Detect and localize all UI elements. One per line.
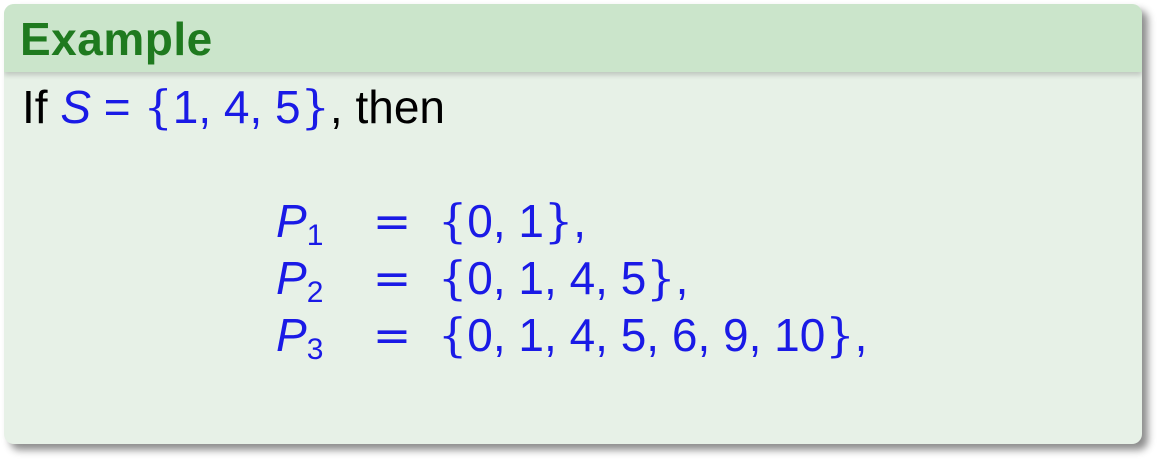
intro-close-brace: }: [300, 80, 330, 134]
trailing-comma: ,: [675, 252, 689, 304]
close-brace: }: [544, 194, 574, 248]
close-brace: }: [646, 251, 676, 305]
block-title: Example: [20, 13, 213, 65]
intro-suffix: , then: [329, 81, 445, 133]
equation-relation: =: [372, 251, 412, 305]
equation-subscript: 3: [306, 333, 324, 366]
equation-rhs: {0, 1, 4, 5, 6, 9, 10},: [438, 308, 867, 362]
intro-line: If S = {1, 4, 5}, then: [22, 80, 445, 134]
open-brace: {: [438, 251, 468, 305]
equation-var: P: [276, 309, 307, 361]
equation-relation: =: [372, 308, 412, 362]
equation-var: P: [276, 252, 307, 304]
set-elements: 0, 1, 4, 5: [467, 252, 647, 304]
equation-lhs: P2: [276, 251, 346, 310]
open-brace: {: [438, 308, 468, 362]
equation-var: P: [276, 195, 307, 247]
trailing-comma: ,: [573, 195, 587, 247]
equation-row: P1 = {0, 1},: [276, 194, 867, 253]
intro-set-elements: 1, 4, 5: [172, 81, 301, 133]
open-brace: {: [438, 194, 468, 248]
equation-lhs: P3: [276, 308, 346, 367]
equation-array: P1 = {0, 1}, P2 = {0, 1, 4, 5}, P3 = {0,…: [276, 194, 867, 367]
equation-rhs: {0, 1},: [438, 194, 586, 248]
equation-relation: =: [372, 194, 412, 248]
block-title-bar: Example: [4, 4, 1142, 72]
equation-row: P3 = {0, 1, 4, 5, 6, 9, 10},: [276, 308, 867, 367]
equation-lhs: P1: [276, 194, 346, 253]
intro-prefix: If: [22, 81, 61, 133]
set-variable: S: [60, 81, 92, 133]
equation-rhs: {0, 1, 4, 5},: [438, 251, 688, 305]
intro-equals: =: [91, 81, 144, 133]
example-block: Example If S = {1, 4, 5}, then P1 = {0, …: [4, 4, 1142, 444]
intro-open-brace: {: [143, 80, 173, 134]
equation-subscript: 2: [306, 276, 324, 309]
set-elements: 0, 1, 4, 5, 6, 9, 10: [467, 309, 826, 361]
set-elements: 0, 1: [467, 195, 545, 247]
equation-row: P2 = {0, 1, 4, 5},: [276, 251, 867, 310]
trailing-comma: ,: [854, 309, 868, 361]
equation-subscript: 1: [306, 219, 324, 252]
close-brace: }: [825, 308, 855, 362]
